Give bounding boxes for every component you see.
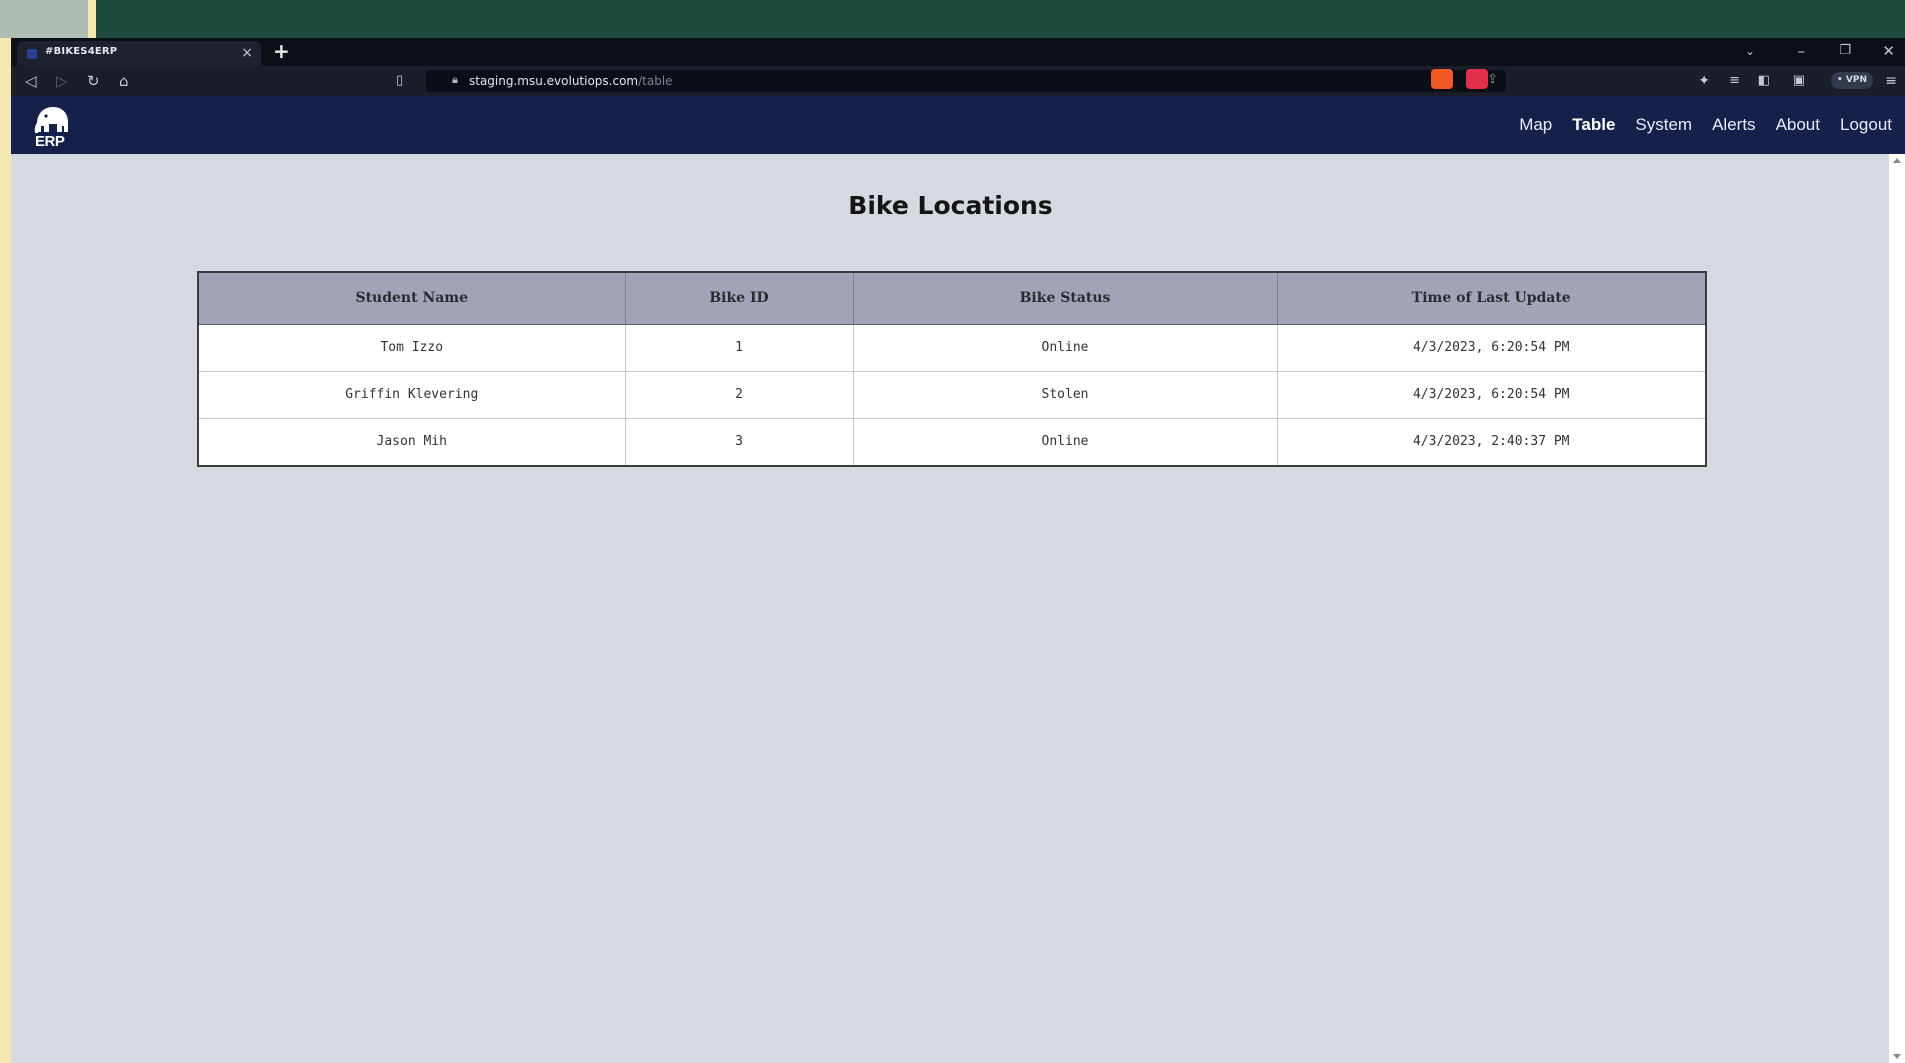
- tab-bar: #BIKES4ERP × + ⌄ – ❐ ✕: [11, 38, 1905, 66]
- bookmark-icon[interactable]: ▯: [396, 71, 403, 91]
- page-title: Bike Locations: [848, 191, 1053, 220]
- nav-alerts[interactable]: Alerts: [1712, 115, 1755, 135]
- backdrop-strip-gap: [88, 0, 96, 38]
- restore-icon[interactable]: ❐: [1839, 42, 1851, 60]
- cell-bike-status: Stolen: [853, 371, 1278, 419]
- backdrop-strip: [0, 0, 1905, 38]
- app-navbar: ERP Map Table System Alerts About Logout: [11, 96, 1905, 154]
- reading-list-icon[interactable]: ≡: [1729, 71, 1740, 91]
- close-window-icon[interactable]: ✕: [1882, 42, 1895, 60]
- back-icon[interactable]: ◁: [25, 71, 37, 91]
- table-row: Jason Mih 3 Online 4/3/2023, 2:40:37 PM: [199, 418, 1705, 465]
- cell-last-update: 4/3/2023, 6:20:54 PM: [1277, 371, 1705, 419]
- cell-bike-status: Online: [853, 418, 1278, 465]
- cell-last-update: 4/3/2023, 6:20:54 PM: [1277, 324, 1705, 372]
- backdrop-strip-light: [0, 0, 88, 38]
- home-icon[interactable]: ⌂: [119, 71, 129, 91]
- scroll-up-icon[interactable]: [1893, 158, 1901, 163]
- tab-list-chevron-icon[interactable]: ⌄: [1745, 42, 1755, 60]
- cell-student-name: Tom Izzo: [199, 324, 626, 372]
- nav-logout[interactable]: Logout: [1840, 115, 1892, 135]
- nav-links: Map Table System Alerts About Logout: [1499, 96, 1892, 154]
- forward-icon[interactable]: ▷: [56, 71, 68, 91]
- table-row: Tom Izzo 1 Online 4/3/2023, 6:20:54 PM: [199, 324, 1705, 372]
- menu-icon[interactable]: ≡: [1885, 71, 1897, 91]
- browser-window: #BIKES4ERP × + ⌄ – ❐ ✕ ◁ ▷ ↻ ⌂ ▯ 🔒︎ stag…: [11, 38, 1905, 1063]
- page-scrollbar[interactable]: [1889, 154, 1905, 1063]
- table-header-row: Student Name Bike ID Bike Status Time of…: [199, 273, 1705, 325]
- bike-table: Student Name Bike ID Bike Status Time of…: [197, 271, 1707, 467]
- browser-toolbar: ◁ ▷ ↻ ⌂ ▯ 🔒︎ staging.msu.evolutiops.com/…: [11, 66, 1905, 96]
- header-last-update: Time of Last Update: [1277, 273, 1705, 325]
- extensions-pin-icon[interactable]: ✦: [1698, 71, 1710, 91]
- header-student-name: Student Name: [199, 273, 626, 325]
- new-tab-button[interactable]: +: [273, 40, 290, 62]
- nav-map[interactable]: Map: [1519, 115, 1552, 135]
- share-icon[interactable]: ⇪: [1487, 72, 1498, 87]
- scroll-down-icon[interactable]: [1893, 1054, 1901, 1059]
- logo-text: ERP: [35, 133, 65, 150]
- minimize-icon[interactable]: –: [1798, 42, 1806, 60]
- cell-bike-id: 1: [625, 324, 854, 372]
- address-bar[interactable]: 🔒︎ staging.msu.evolutiops.com/table ⇪: [426, 70, 1506, 92]
- cell-bike-id: 3: [625, 418, 854, 465]
- wallet-icon[interactable]: ▣: [1793, 71, 1805, 91]
- sidebar-icon[interactable]: ◧: [1758, 71, 1770, 91]
- nav-table[interactable]: Table: [1572, 115, 1615, 135]
- tab-title: #BIKES4ERP: [45, 46, 118, 57]
- vpn-button[interactable]: • VPN: [1831, 72, 1873, 89]
- tab-close-icon[interactable]: ×: [241, 44, 253, 62]
- lock-icon: 🔒︎: [452, 73, 458, 86]
- url-text: staging.msu.evolutiops.com/table: [469, 74, 673, 88]
- header-bike-id: Bike ID: [625, 273, 854, 325]
- cell-bike-status: Online: [853, 324, 1278, 372]
- cell-student-name: Jason Mih: [199, 418, 626, 465]
- nav-about[interactable]: About: [1776, 115, 1820, 135]
- cell-last-update: 4/3/2023, 2:40:37 PM: [1412, 434, 1570, 450]
- header-bike-status: Bike Status: [853, 273, 1278, 325]
- table-row: Griffin Klevering 2 Stolen 4/3/2023, 6:2…: [199, 371, 1705, 419]
- brave-shield-icon[interactable]: [1431, 69, 1453, 89]
- reload-icon[interactable]: ↻: [87, 71, 100, 91]
- favicon-icon: [27, 49, 37, 59]
- rewards-icon[interactable]: [1466, 69, 1488, 89]
- cell-student-name: Griffin Klevering: [199, 371, 626, 419]
- nav-system[interactable]: System: [1635, 115, 1692, 135]
- cell-bike-id: 2: [625, 371, 854, 419]
- browser-tab[interactable]: #BIKES4ERP ×: [17, 41, 261, 66]
